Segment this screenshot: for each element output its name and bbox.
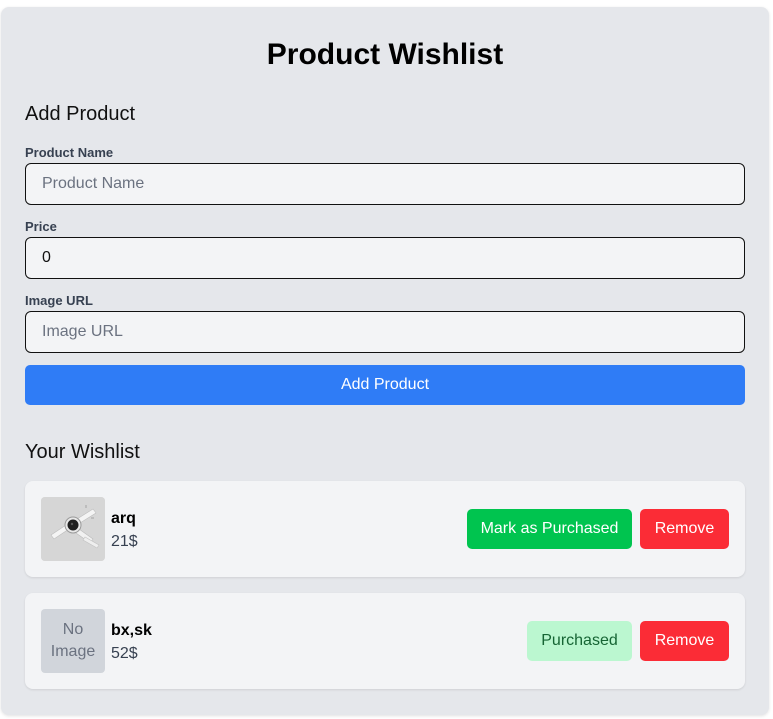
item-price: 21$	[111, 533, 138, 550]
page-title: Product Wishlist	[266, 38, 504, 71]
wishlist-panel: Product Wishlist Add Product Product Nam…	[1, 7, 769, 715]
product-name-input[interactable]	[25, 163, 745, 205]
add-product-heading: Add Product	[25, 103, 136, 125]
mark-as-purchased-button[interactable]: Mark as Purchased	[467, 509, 632, 549]
no-image-placeholder: No Image	[41, 609, 105, 673]
remove-button[interactable]: Remove	[640, 509, 729, 549]
price-label: Price	[25, 219, 57, 234]
image-url-input[interactable]	[25, 311, 745, 353]
remove-button[interactable]: Remove	[640, 621, 729, 661]
add-product-button[interactable]: Add Product	[25, 365, 745, 405]
wishlist-item: No Image bx,sk 52$ Purchased Remove	[25, 593, 745, 689]
no-image-text-line1: No	[62, 621, 84, 638]
purchased-status-button[interactable]: Purchased	[527, 621, 632, 661]
price-input[interactable]	[25, 237, 745, 279]
image-url-label: Image URL	[25, 293, 93, 308]
product-image	[41, 497, 105, 561]
smartwatch-image-icon	[41, 497, 105, 561]
product-name-label: Product Name	[25, 145, 114, 160]
item-price: 52$	[111, 645, 138, 662]
wishlist-item: arq 21$ Mark as Purchased Remove	[25, 481, 745, 577]
item-name: bx,sk	[111, 622, 152, 639]
wishlist-heading: Your Wishlist	[25, 441, 140, 463]
item-name: arq	[111, 510, 136, 527]
no-image-text-line2: Image	[50, 643, 96, 660]
